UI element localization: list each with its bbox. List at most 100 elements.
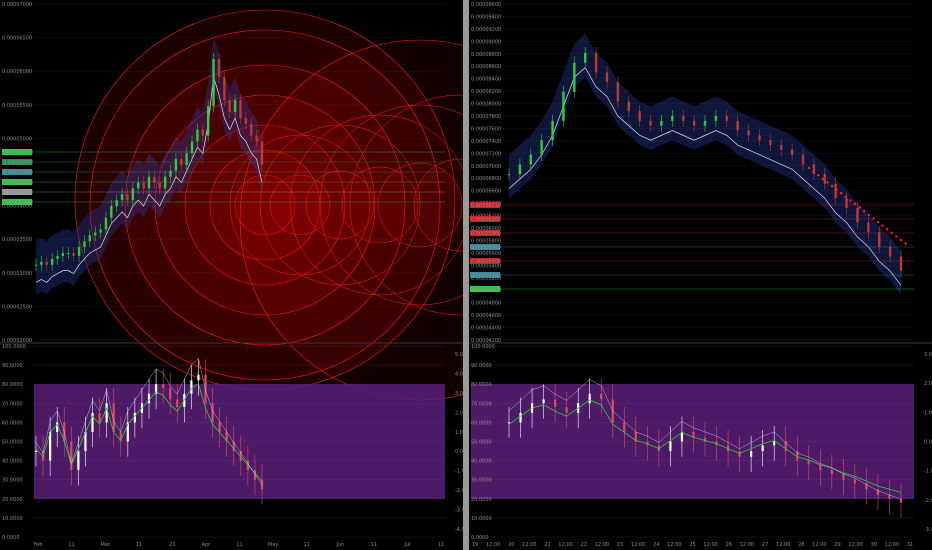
- osc-candle-body: [899, 498, 903, 503]
- x-axis-label: 30: [871, 542, 877, 548]
- candle-body: [196, 129, 199, 142]
- candle-body: [131, 188, 135, 201]
- y-axis-label: 0.00009200: [471, 27, 501, 33]
- price-tag-label: 0.00005500: [471, 245, 501, 251]
- candle-body: [758, 135, 761, 141]
- x-axis-label: Mar: [100, 542, 110, 548]
- y-axis-label: 0.00005500: [2, 103, 32, 109]
- osc-candle-body: [507, 422, 511, 424]
- price-tag-label: 0.00005300: [471, 259, 501, 265]
- price-tag-label: 0.00004340: [3, 170, 33, 176]
- trend-dot: [881, 224, 884, 227]
- price-tag-label: 0.00005100: [471, 273, 501, 279]
- candle-body: [56, 255, 59, 259]
- osc-right-label: 0.0: [924, 440, 932, 446]
- x-axis-label: 12:00: [740, 542, 754, 548]
- y-axis-label: 0.00006500: [2, 36, 32, 42]
- osc-right-label: 0.0: [455, 449, 463, 455]
- trend-dot: [886, 228, 889, 231]
- osc-candle-body: [34, 451, 38, 453]
- osc-y-label: 60.0000: [471, 420, 492, 426]
- x-axis-label: 12:00: [776, 542, 790, 548]
- osc-right-label: 3.0: [455, 391, 463, 397]
- candle-body: [594, 53, 598, 73]
- candle-body: [703, 120, 707, 126]
- candle-body: [714, 116, 718, 121]
- x-axis-label: May: [268, 542, 278, 548]
- candle-body: [67, 253, 70, 255]
- x-axis-label: 11: [136, 542, 142, 548]
- left-chart-svg[interactable]: 0.00007000 0.00006500 0.00006000 0.00005500…: [0, 0, 463, 550]
- osc-right-label: -4.0: [455, 527, 463, 533]
- candle-body: [174, 159, 178, 171]
- osc-right-label: -1.0: [455, 469, 463, 475]
- osc-candle-body: [750, 451, 753, 457]
- x-axis-label: 28: [798, 542, 804, 548]
- x-axis-label: 20: [508, 542, 514, 548]
- osc-candle-body: [623, 422, 626, 432]
- candle-body: [244, 117, 248, 124]
- left-chart-pane[interactable]: 0.00007000 0.00006500 0.00006000 0.00005500…: [0, 0, 463, 550]
- osc-y-label: 20.0000: [2, 497, 23, 503]
- y-axis-label: 0.00009600: [471, 2, 501, 8]
- x-axis-label: 12:00: [812, 542, 826, 548]
- candle-body: [110, 206, 113, 218]
- osc-right-label: 3.0: [924, 352, 932, 358]
- osc-candle-body: [888, 494, 891, 499]
- y-axis-label: 0.00009400: [471, 14, 501, 20]
- osc-right-label: 5.0: [455, 352, 463, 358]
- candle-body: [856, 208, 859, 223]
- candle-body: [153, 176, 156, 183]
- price-tag-label: 0.00005900: [471, 231, 501, 237]
- candle-body: [518, 164, 522, 175]
- candle-body: [660, 120, 663, 126]
- candle-body: [126, 194, 129, 201]
- x-axis-label: 25: [689, 542, 695, 548]
- right-chart-pane[interactable]: 0.00009600 0.00009400 0.00009200 0.00009000…: [469, 0, 932, 550]
- y-axis-label: 0.00008600: [471, 64, 501, 70]
- x-axis-label: 29: [834, 542, 840, 548]
- y-axis-label: 0.00009000: [471, 39, 501, 45]
- trend-dot: [821, 177, 824, 180]
- candle-body: [747, 130, 750, 136]
- candle-body: [845, 198, 848, 208]
- osc-candle-body: [853, 479, 856, 484]
- osc-right-label: -2.0: [455, 488, 463, 494]
- candle-body: [255, 135, 258, 142]
- x-axis-label: 12:00: [486, 542, 500, 548]
- candle-body: [137, 182, 140, 189]
- y-axis-label: 0.00005600: [471, 251, 501, 257]
- osc-candle-body: [600, 393, 603, 400]
- trend-dot: [830, 184, 834, 188]
- osc-candle-body: [211, 403, 214, 423]
- osc-candle-body: [588, 393, 591, 404]
- candle-body: [115, 200, 118, 207]
- y-axis-label: 0.00003500: [2, 237, 32, 243]
- trend-dot: [904, 242, 907, 245]
- y-axis-label: 0.00004600: [471, 313, 501, 319]
- price-tag-label: 0.00004750: [3, 160, 33, 166]
- candle-body: [551, 120, 554, 141]
- trend-dot: [863, 210, 866, 213]
- y-axis-label: 0.00003000: [2, 271, 32, 277]
- y-axis-label: 0.00002500: [2, 304, 32, 310]
- candle-body: [899, 256, 903, 271]
- candle-body: [878, 232, 881, 247]
- candle-body: [867, 222, 870, 233]
- candle-body: [769, 140, 772, 146]
- right-chart-svg[interactable]: 0.00009600 0.00009400 0.00009200 0.00009000…: [469, 0, 932, 550]
- candle-body: [682, 116, 685, 121]
- y-axis-label: 0.00007200: [471, 151, 501, 157]
- x-axis-label: 11: [68, 542, 74, 548]
- candle-body: [50, 258, 54, 265]
- candle-body: [223, 76, 226, 101]
- candle-body: [185, 153, 188, 165]
- candle-body: [190, 141, 194, 154]
- osc-right-label: 2.0: [924, 381, 932, 387]
- x-axis-label: 12:00: [885, 542, 899, 548]
- osc-right-label: 1.0: [924, 410, 932, 416]
- candle-body: [250, 123, 253, 136]
- osc-y-label: 30.0000: [471, 478, 492, 484]
- x-axis-label: 31: [907, 542, 913, 548]
- osc-right-label: 2.0: [455, 410, 463, 416]
